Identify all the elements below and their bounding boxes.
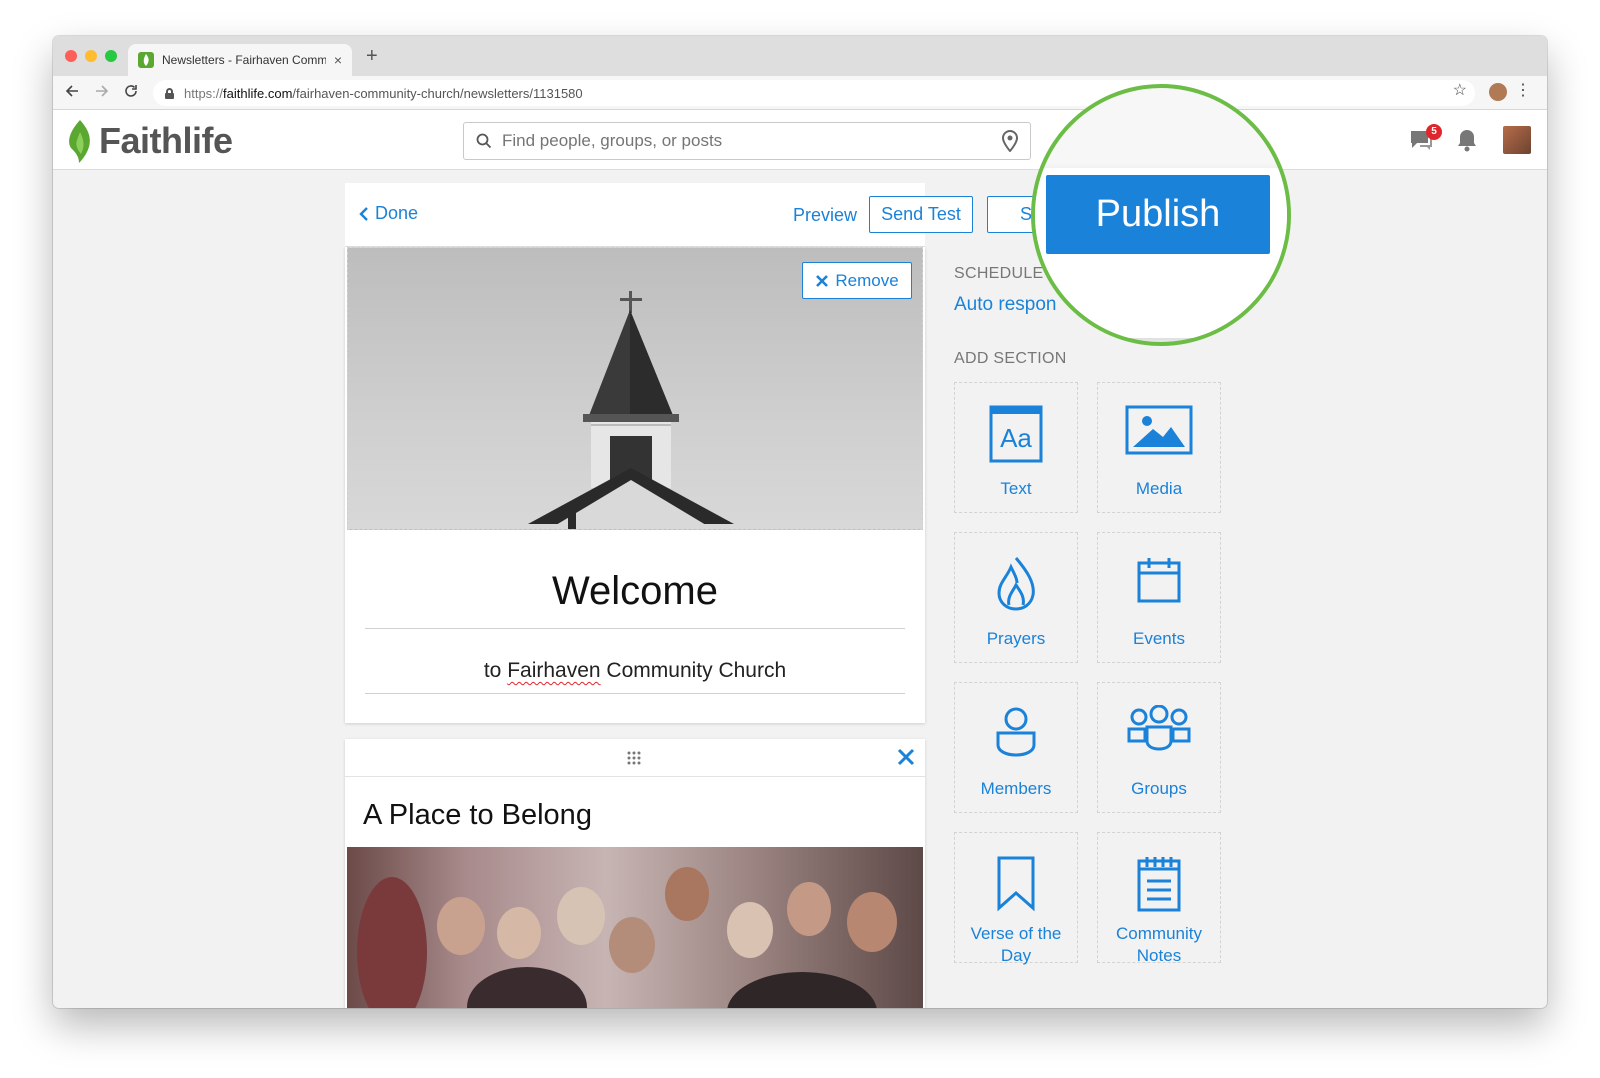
browser-profile-avatar[interactable] (1489, 83, 1507, 101)
faithlife-favicon-icon (138, 52, 154, 68)
remove-image-button[interactable]: Remove (802, 262, 912, 299)
media-section-card: A Place to Belong (345, 739, 925, 1008)
reload-icon[interactable] (124, 84, 138, 102)
church-steeple-image: Remove (347, 247, 923, 530)
welcome-title-field[interactable]: Welcome (365, 569, 905, 629)
text-icon: Aa (989, 405, 1043, 463)
subtitle-field[interactable]: to Fairhaven Community Church (365, 659, 905, 694)
add-verse-tile[interactable]: Verse of the Day (954, 832, 1078, 965)
drag-handle-icon[interactable] (626, 750, 642, 766)
groups-icon (1127, 705, 1191, 751)
bookmark-star-icon[interactable]: ☆ (1453, 83, 1467, 99)
add-section-heading: ADD SECTION (954, 350, 1067, 367)
user-avatar[interactable] (1503, 126, 1531, 154)
tab-title: Newsletters - Fairhaven Comm (162, 53, 326, 67)
header-section-card: Remove Welcome to Fairhaven Community Ch… (345, 247, 925, 723)
add-prayers-tile[interactable]: Prayers (954, 532, 1078, 663)
section-title[interactable]: A Place to Belong (363, 799, 592, 832)
forward-arrow-icon[interactable] (95, 84, 109, 102)
address-bar[interactable]: https://faithlife.com/fairhaven-communit… (153, 80, 1475, 106)
close-icon (816, 274, 829, 287)
search-icon (476, 133, 492, 149)
location-pin-icon[interactable] (1002, 130, 1018, 152)
schedule-heading: SCHEDULE (954, 265, 1044, 282)
editor-toolbar: Done Preview Send Test S (345, 183, 1047, 247)
lock-icon (165, 88, 174, 99)
flame-logo-icon (69, 120, 90, 163)
add-members-tile[interactable]: Members (954, 682, 1078, 813)
add-media-tile[interactable]: Media (1097, 382, 1221, 513)
chevron-left-icon (359, 206, 368, 221)
media-icon (1125, 405, 1193, 455)
new-tab-button[interactable]: + (366, 46, 378, 66)
remove-label: Remove (835, 270, 899, 290)
tile-label: Groups (1131, 779, 1187, 798)
tile-label: Events (1133, 629, 1185, 648)
faithlife-logo[interactable]: Faithlife (65, 118, 233, 164)
bell-icon[interactable] (1456, 128, 1478, 157)
prayers-icon (997, 557, 1035, 611)
tile-label: Community Notes (1116, 924, 1202, 965)
members-icon (996, 707, 1036, 757)
svg-text:Aa: Aa (1000, 423, 1032, 453)
add-text-tile[interactable]: Aa Text (954, 382, 1078, 513)
maximize-window-button[interactable] (105, 50, 117, 62)
add-notes-tile[interactable]: Community Notes (1097, 832, 1221, 965)
add-events-tile[interactable]: Events (1097, 532, 1221, 663)
tab-strip: Newsletters - Fairhaven Comm × + (53, 36, 1547, 76)
add-groups-tile[interactable]: Groups (1097, 682, 1221, 813)
tile-label: Prayers (986, 629, 1046, 648)
browser-window: Newsletters - Fairhaven Comm × + https:/… (53, 36, 1547, 1008)
done-label: Done (375, 203, 419, 223)
search-input[interactable] (502, 131, 1002, 151)
send-test-button[interactable]: Send Test (869, 196, 973, 233)
close-window-button[interactable] (65, 50, 77, 62)
done-button[interactable]: Done (359, 203, 418, 224)
delete-section-icon[interactable] (897, 748, 915, 766)
site-header: Faithlife 5 (53, 110, 1547, 170)
logo-text: Faithlife (99, 120, 233, 161)
browser-tab[interactable]: Newsletters - Fairhaven Comm × (128, 44, 352, 76)
url-text: https://faithlife.com/fairhaven-communit… (184, 85, 583, 101)
bookmark-icon (997, 856, 1035, 912)
notification-badge: 5 (1426, 124, 1442, 140)
minimize-window-button[interactable] (85, 50, 97, 62)
browser-menu-icon[interactable]: ⋮ (1515, 83, 1531, 99)
section-drag-bar (345, 739, 925, 777)
preview-link[interactable]: Preview (793, 205, 857, 226)
tab-close-icon[interactable]: × (334, 52, 342, 68)
search-box[interactable] (463, 122, 1031, 160)
back-arrow-icon[interactable] (65, 84, 79, 102)
notes-icon (1137, 857, 1181, 912)
tile-label: Verse of the Day (970, 924, 1062, 965)
publish-button[interactable]: Publish (1046, 175, 1270, 254)
tile-label: Members (980, 779, 1052, 798)
events-icon (1137, 558, 1181, 603)
browser-toolbar: https://faithlife.com/fairhaven-communit… (53, 76, 1547, 110)
congregation-photo (347, 847, 923, 1008)
tile-label: Text (1000, 479, 1032, 498)
tile-label: Media (1135, 479, 1183, 498)
